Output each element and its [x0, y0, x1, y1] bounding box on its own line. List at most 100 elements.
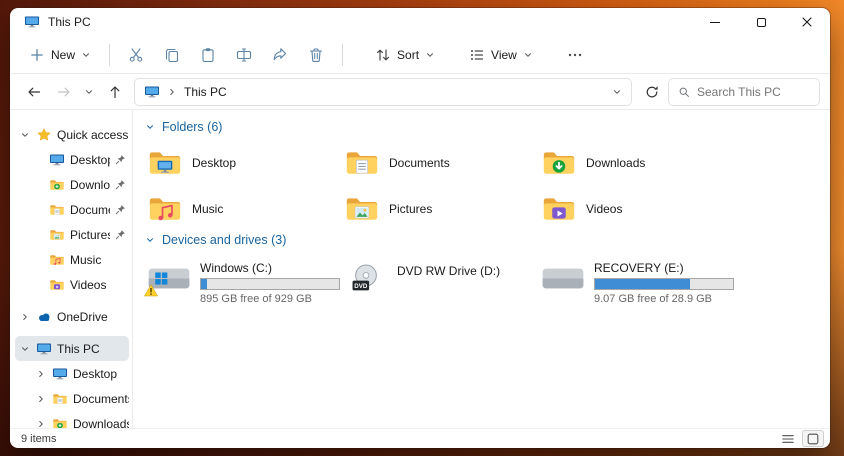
sidebar-item-label: Music: [70, 253, 101, 267]
drive-tile-recovery-e[interactable]: RECOVERY (E:) 9.07 GB free of 28.9 GB: [535, 254, 732, 310]
refresh-button[interactable]: [638, 78, 665, 105]
folders-section-header[interactable]: Folders (6): [145, 120, 830, 134]
expand-chevron[interactable]: [19, 312, 31, 322]
close-button[interactable]: [784, 8, 830, 36]
pictures-folder-icon: [49, 227, 65, 243]
sidebar-item-desktop[interactable]: Desktop: [15, 147, 129, 172]
chevron-down-icon: [81, 50, 91, 60]
search-input[interactable]: [697, 85, 810, 99]
sidebar-item-label: OneDrive: [57, 310, 108, 324]
drive-tile-dvd-d[interactable]: DVD DVD RW Drive (D:): [338, 254, 535, 310]
sidebar-item-this-pc[interactable]: This PC: [15, 336, 129, 361]
file-explorer-window: This PC New Sort Vie: [10, 8, 830, 448]
copy-button[interactable]: [155, 40, 189, 70]
disk-usage-bar: [200, 278, 340, 290]
drive-tile-windows-c[interactable]: Windows (C:) 895 GB free of 929 GB: [141, 254, 338, 310]
pin-icon: [115, 179, 126, 190]
sidebar-item-pc-documents[interactable]: Documents: [15, 386, 129, 411]
details-view-icon: [781, 432, 795, 446]
chevron-down-icon: [523, 50, 533, 60]
toolbar-separator: [109, 44, 110, 66]
folder-tile-documents[interactable]: Documents: [338, 141, 535, 185]
chevron-down-icon: [20, 344, 30, 354]
sidebar-item-label: Downloads: [70, 178, 110, 192]
arrow-left-icon: [26, 84, 42, 100]
folder-name: Documents: [389, 156, 450, 170]
items-count: 9 items: [21, 433, 56, 445]
up-button[interactable]: [101, 78, 128, 105]
sidebar-item-label: Videos: [70, 278, 106, 292]
large-icons-view-button[interactable]: [802, 430, 824, 447]
paste-icon: [200, 47, 216, 63]
expand-chevron[interactable]: [35, 419, 47, 429]
chevron-right-icon: [36, 419, 46, 429]
sort-icon: [375, 47, 391, 63]
videos-folder-icon: [541, 191, 577, 227]
new-button[interactable]: New: [20, 41, 100, 69]
sidebar-item-pc-desktop[interactable]: Desktop: [15, 361, 129, 386]
window-title: This PC: [48, 15, 91, 29]
sidebar-item-downloads[interactable]: Downloads: [15, 172, 129, 197]
maximize-button[interactable]: [738, 8, 784, 36]
see-more-button[interactable]: [558, 40, 592, 70]
svg-text:DVD: DVD: [354, 283, 368, 290]
paste-button[interactable]: [191, 40, 225, 70]
copy-icon: [164, 47, 180, 63]
toolbar-separator: [342, 44, 343, 66]
large-icons-view-icon: [806, 432, 820, 446]
pin-icon: [115, 229, 126, 240]
drive-icon-group: DVD: [344, 264, 388, 293]
sidebar-item-videos[interactable]: Videos: [15, 272, 129, 297]
sidebar-item-quick-access[interactable]: Quick access: [15, 122, 129, 147]
folder-tile-downloads[interactable]: Downloads: [535, 141, 732, 185]
share-icon: [272, 47, 288, 63]
details-view-button[interactable]: [777, 430, 799, 447]
view-button[interactable]: View: [460, 41, 542, 69]
sidebar-item-music[interactable]: Music: [15, 247, 129, 272]
folder-tile-desktop[interactable]: Desktop: [141, 141, 338, 185]
sidebar-item-label: Desktop: [70, 153, 110, 167]
chevron-down-icon: [20, 130, 30, 140]
expand-chevron[interactable]: [35, 369, 47, 379]
desktop-folder-icon: [147, 145, 183, 181]
dvd-drive-icon: DVD: [344, 264, 388, 293]
low-disk-space-warning-icon: [144, 284, 158, 297]
breadcrumb-location[interactable]: This PC: [184, 85, 227, 99]
search-icon: [678, 85, 690, 99]
back-button[interactable]: [20, 78, 47, 105]
minimize-button[interactable]: [692, 8, 738, 36]
sidebar-item-documents[interactable]: Documents: [15, 197, 129, 222]
address-bar[interactable]: This PC: [134, 78, 632, 106]
title-bar: This PC: [10, 8, 830, 36]
address-dropdown-chevron-icon[interactable]: [612, 87, 622, 97]
recent-locations-button[interactable]: [80, 78, 98, 105]
drive-free-space: 9.07 GB free of 28.9 GB: [594, 293, 726, 305]
share-button[interactable]: [263, 40, 297, 70]
expand-chevron[interactable]: [19, 130, 31, 140]
chevron-down-icon: [145, 122, 155, 132]
sidebar-item-pictures[interactable]: Pictures: [15, 222, 129, 247]
disk-usage-fill: [201, 279, 207, 289]
delete-button[interactable]: [299, 40, 333, 70]
sidebar-item-onedrive[interactable]: OneDrive: [15, 304, 129, 329]
sort-button[interactable]: Sort: [366, 41, 444, 69]
file-list-pane: Folders (6) Desktop Documents Downloads: [132, 110, 830, 428]
folder-tile-music[interactable]: Music: [141, 187, 338, 231]
forward-button[interactable]: [50, 78, 77, 105]
expand-chevron[interactable]: [35, 394, 47, 404]
drives-section-header[interactable]: Devices and drives (3): [145, 233, 830, 247]
sidebar-item-pc-downloads[interactable]: Downloads: [15, 411, 129, 428]
expand-chevron[interactable]: [19, 344, 31, 354]
folder-tile-videos[interactable]: Videos: [535, 187, 732, 231]
downloads-folder-icon: [49, 177, 65, 193]
folder-tile-pictures[interactable]: Pictures: [338, 187, 535, 231]
downloads-folder-icon: [541, 145, 577, 181]
chevron-down-icon: [145, 235, 155, 245]
pin-icon: [115, 154, 126, 165]
view-button-label: View: [491, 48, 517, 62]
minimize-icon: [710, 22, 720, 23]
desktop-icon: [49, 152, 65, 168]
rename-button[interactable]: [227, 40, 261, 70]
window-title-group: This PC: [10, 14, 91, 30]
cut-button[interactable]: [119, 40, 153, 70]
